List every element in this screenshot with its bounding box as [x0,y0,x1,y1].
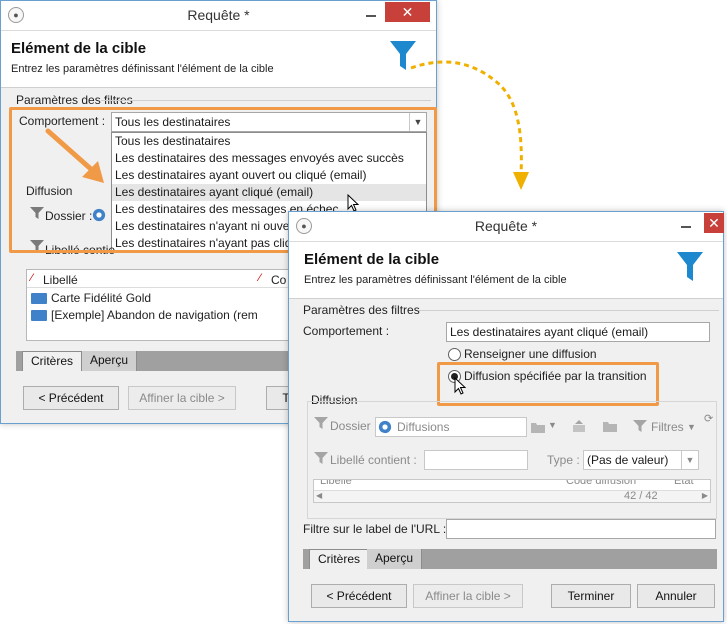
list-header-label: Libellé [320,479,352,487]
url-filter-input[interactable] [446,519,716,539]
sort-icon: ⁄ [31,272,33,284]
chevron-down-icon: ▼ [687,422,696,432]
folder-label: Dossier : [330,419,378,433]
minimize-button[interactable] [678,219,694,231]
previous-button[interactable]: < Précédent [23,386,119,410]
folder-value: Diffusions [397,420,450,434]
folder-browse-icon [531,423,545,433]
header-title: Elément de la cible [304,251,440,268]
chevron-down-icon: ▼ [548,420,557,430]
previous-button[interactable]: < Précédent [311,584,407,608]
divider [419,310,719,311]
close-button[interactable]: ✕ [385,2,430,22]
record-count: 42 / 42 [624,490,658,502]
filters-button: Filtres [651,420,684,434]
behavior-label: Comportement : [303,324,390,338]
front-titlebar: ● Requête * ✕ [289,212,724,242]
folder-diffusion-icon [378,420,392,434]
type-select: (Pas de valeur) ▼ [583,450,699,470]
chevron-down-icon: ▼ [681,451,698,469]
tab-bar: Critères Aperçu [303,549,717,569]
back-titlebar: ● Requête * ✕ [1,1,436,31]
back-header: Elément de la cible Entrez les paramètre… [1,31,436,88]
column-header-label[interactable]: Libellé [43,273,78,287]
behavior-select[interactable]: Les destinataires ayant cliqué (email) [446,322,710,342]
funnel-icon [677,252,703,281]
finish-button[interactable]: Terminer [551,584,631,608]
column-header-code[interactable]: Co [271,273,286,287]
open-folder-icon [603,422,617,432]
row-label: Carte Fidélité Gold [51,291,152,305]
close-button[interactable]: ✕ [704,213,724,233]
sort-icon: ⁄ [259,272,261,284]
radio-specify-delivery[interactable] [448,348,461,361]
label-contains-label: Libellé contient : [330,453,417,467]
refresh-icon: ⟳ [704,413,714,425]
mail-icon [31,293,47,304]
move-up-icon [573,420,585,432]
type-label: Type : [547,453,580,467]
tab-preview[interactable]: Aperçu [367,549,423,569]
refine-target-button: Affiner la cible > [413,584,523,608]
divider [101,100,431,101]
header-subtitle: Entrez les paramètres définissant l'élém… [304,274,567,286]
front-window: ● Requête * ✕ Elément de la cible Entrez… [288,211,724,622]
tab-criteria[interactable]: Critères [309,549,370,569]
arrow-icon [45,128,104,183]
dashed-connector-arrow-icon [410,60,529,190]
type-select-value: (Pas de valeur) [587,453,669,467]
mail-icon [31,310,47,321]
filters-group-label: Paramètres des filtres [303,303,420,317]
list-header-state: Etat [674,479,694,487]
cancel-button[interactable]: Annuler [637,584,715,608]
radio-specify-delivery-label[interactable]: Renseigner une diffusion [464,347,597,361]
scroll-left-icon[interactable]: ◀ [316,491,322,500]
behavior-select-value: Les destinataires ayant cliqué (email) [450,325,649,339]
funnel-small-icon [633,420,647,432]
folder-select: Diffusions [375,417,527,437]
header-subtitle: Entrez les paramètres définissant l'élém… [11,63,274,75]
funnel-small-icon [314,452,328,464]
highlight-box [437,362,659,406]
scrollbar[interactable]: ◀ 42 / 42 ▶ [314,490,710,502]
delivery-list: Libellé Code diffusion Etat ◀ 42 / 42 ▶ [313,479,711,503]
header-title: Elément de la cible [11,40,147,57]
url-filter-label: Filtre sur le label de l'URL : [303,522,447,536]
tab-preview[interactable]: Aperçu [82,351,138,371]
list-header-code: Code diffusion [566,479,637,487]
scroll-right-icon[interactable]: ▶ [702,491,708,500]
minimize-button[interactable] [363,8,379,20]
refine-target-button: Affiner la cible > [128,386,236,410]
funnel-small-icon [314,417,328,429]
tab-criteria[interactable]: Critères [22,351,83,371]
window-title: Requête * [474,218,538,234]
label-contains-input [424,450,528,470]
front-header: Elément de la cible Entrez les paramètre… [289,242,723,299]
row-label: [Exemple] Abandon de navigation (rem [51,308,258,322]
